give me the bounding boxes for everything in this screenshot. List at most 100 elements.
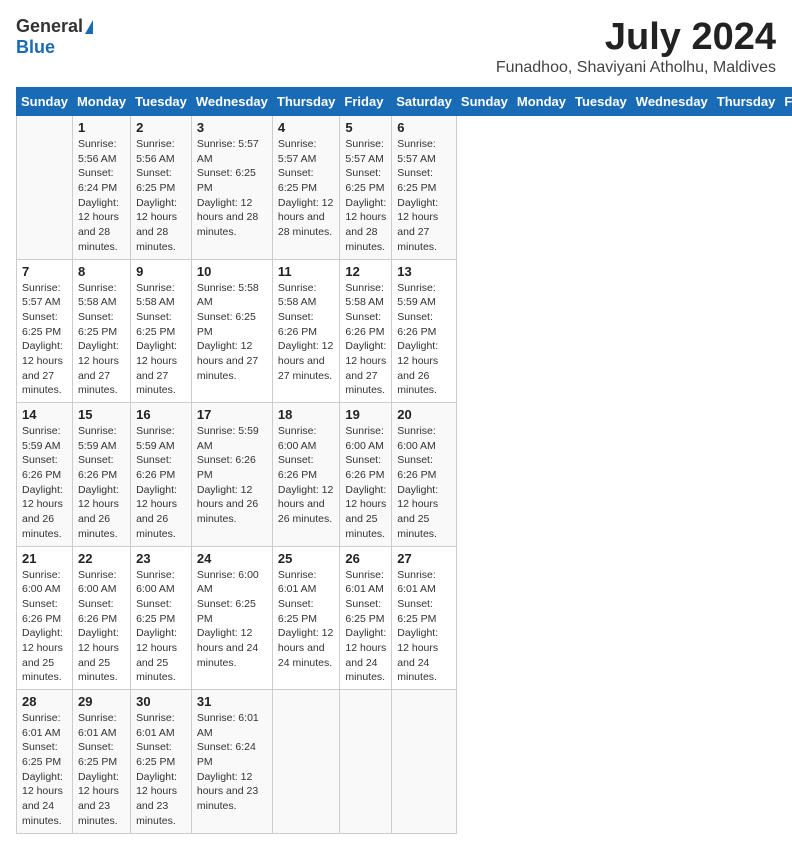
day-detail: Sunrise: 6:00 AMSunset: 6:26 PMDaylight:… (78, 568, 125, 686)
logo: General Blue (16, 16, 93, 58)
calendar-cell: 30 Sunrise: 6:01 AMSunset: 6:25 PMDayligh… (131, 690, 192, 834)
day-number: 1 (78, 120, 125, 135)
day-detail: Sunrise: 6:01 AMSunset: 6:25 PMDaylight:… (78, 711, 125, 829)
day-number: 4 (278, 120, 335, 135)
day-detail: Sunrise: 5:58 AMSunset: 6:25 PMDaylight:… (136, 281, 186, 399)
logo-icon (85, 20, 93, 34)
calendar-cell: 2Sunrise: 5:56 AMSunset: 6:25 PMDaylight… (131, 116, 192, 260)
day-number: 10 (197, 264, 267, 279)
calendar-header-row: SundayMondayTuesdayWednesdayThursdayFrid… (17, 88, 792, 116)
calendar-cell: 1Sunrise: 5:56 AMSunset: 6:24 PMDaylight… (72, 116, 130, 260)
location-title: Funadhoo, Shaviyani Atholhu, Maldives (496, 59, 776, 77)
calendar-cell: 29 Sunrise: 6:01 AMSunset: 6:25 PMDayligh… (72, 690, 130, 834)
day-number: 22 (78, 551, 125, 566)
header-saturday: Saturday (392, 88, 457, 116)
col-header-monday: Monday (512, 88, 570, 116)
day-number: 12 (345, 264, 386, 279)
day-detail: Sunrise: 5:58 AMSunset: 6:26 PMDaylight:… (345, 281, 386, 399)
day-number: 25 (278, 551, 335, 566)
day-detail: Sunrise: 6:01 AMSunset: 6:25 PMDaylight:… (136, 711, 186, 829)
day-detail: Sunrise: 6:01 AMSunset: 6:25 PMDaylight:… (345, 568, 386, 686)
calendar-cell: 17 Sunrise: 5:59 AMSunset: 6:26 PMDayligh… (191, 403, 272, 547)
day-detail: Sunrise: 5:59 AMSunset: 6:26 PMDaylight:… (197, 424, 267, 527)
calendar-week-3: 21Sunrise: 6:00 AMSunset: 6:26 PMDayligh… (17, 546, 792, 690)
day-detail: Sunrise: 5:59 AMSunset: 6:26 PMDaylight:… (136, 424, 186, 542)
day-number: 16 (136, 407, 186, 422)
day-detail: Sunrise: 5:58 AMSunset: 6:25 PMDaylight:… (78, 281, 125, 399)
calendar-cell: 21Sunrise: 6:00 AMSunset: 6:26 PMDayligh… (17, 546, 73, 690)
day-number: 9 (136, 264, 186, 279)
calendar-week-1: 7Sunrise: 5:57 AMSunset: 6:25 PMDaylight… (17, 259, 792, 403)
day-number: 29 (78, 694, 125, 709)
col-header-friday: Friday (780, 88, 792, 116)
calendar-week-2: 14 Sunrise: 5:59 AMSunset: 6:26 PMDayligh… (17, 403, 792, 547)
calendar-cell: 16 Sunrise: 5:59 AMSunset: 6:26 PMDayligh… (131, 403, 192, 547)
day-detail: Sunrise: 5:56 AMSunset: 6:25 PMDaylight:… (136, 137, 186, 255)
day-detail: Sunrise: 5:58 AMSunset: 6:25 PMDaylight:… (197, 281, 267, 384)
calendar-cell: 5Sunrise: 5:57 AMSunset: 6:25 PMDaylight… (340, 116, 392, 260)
header-tuesday: Tuesday (131, 88, 192, 116)
calendar-cell: 27Sunrise: 6:01 AMSunset: 6:25 PMDayligh… (392, 546, 457, 690)
calendar-cell: 25 Sunrise: 6:01 AMSunset: 6:25 PMDayligh… (272, 546, 340, 690)
day-number: 8 (78, 264, 125, 279)
day-detail: Sunrise: 5:57 AMSunset: 6:25 PMDaylight:… (278, 137, 335, 240)
month-title: July 2024 (496, 16, 776, 59)
calendar-cell: 6 Sunrise: 5:57 AMSunset: 6:25 PMDaylight… (392, 116, 457, 260)
day-detail: Sunrise: 5:58 AMSunset: 6:26 PMDaylight:… (278, 281, 335, 384)
calendar-cell (392, 690, 457, 834)
calendar-cell: 20 Sunrise: 6:00 AMSunset: 6:26 PMDayligh… (392, 403, 457, 547)
day-detail: Sunrise: 6:00 AMSunset: 6:26 PMDaylight:… (22, 568, 67, 686)
header: General Blue July 2024 Funadhoo, Shaviya… (16, 16, 776, 77)
day-detail: Sunrise: 6:00 AMSunset: 6:25 PMDaylight:… (136, 568, 186, 686)
day-number: 18 (278, 407, 335, 422)
header-thursday: Thursday (272, 88, 340, 116)
col-header-tuesday: Tuesday (571, 88, 632, 116)
calendar-week-4: 28Sunrise: 6:01 AMSunset: 6:25 PMDayligh… (17, 690, 792, 834)
day-number: 11 (278, 264, 335, 279)
calendar-cell: 3 Sunrise: 5:57 AMSunset: 6:25 PMDaylight… (191, 116, 272, 260)
calendar-cell: 12 Sunrise: 5:58 AMSunset: 6:26 PMDayligh… (340, 259, 392, 403)
day-detail: Sunrise: 5:57 AMSunset: 6:25 PMDaylight:… (345, 137, 386, 255)
calendar-cell: 23 Sunrise: 6:00 AMSunset: 6:25 PMDayligh… (131, 546, 192, 690)
day-detail: Sunrise: 6:01 AMSunset: 6:24 PMDaylight:… (197, 711, 267, 814)
day-detail: Sunrise: 5:57 AMSunset: 6:25 PMDaylight:… (197, 137, 267, 240)
calendar-cell (272, 690, 340, 834)
calendar-cell: 11 Sunrise: 5:58 AMSunset: 6:26 PMDayligh… (272, 259, 340, 403)
day-number: 20 (397, 407, 451, 422)
calendar-cell: 26 Sunrise: 6:01 AMSunset: 6:25 PMDayligh… (340, 546, 392, 690)
calendar-cell: 13Sunrise: 5:59 AMSunset: 6:26 PMDayligh… (392, 259, 457, 403)
day-detail: Sunrise: 6:01 AMSunset: 6:25 PMDaylight:… (278, 568, 335, 671)
calendar-cell (17, 116, 73, 260)
day-detail: Sunrise: 5:59 AMSunset: 6:26 PMDaylight:… (397, 281, 451, 399)
day-number: 6 (397, 120, 451, 135)
day-number: 14 (22, 407, 67, 422)
header-monday: Monday (72, 88, 130, 116)
logo-general-text: General (16, 16, 83, 37)
calendar-table: SundayMondayTuesdayWednesdayThursdayFrid… (16, 87, 792, 834)
col-header-thursday: Thursday (712, 88, 780, 116)
day-number: 26 (345, 551, 386, 566)
day-number: 3 (197, 120, 267, 135)
calendar-cell: 31Sunrise: 6:01 AMSunset: 6:24 PMDayligh… (191, 690, 272, 834)
col-header-sunday: Sunday (456, 88, 512, 116)
calendar-cell: 22 Sunrise: 6:00 AMSunset: 6:26 PMDayligh… (72, 546, 130, 690)
day-detail: Sunrise: 5:59 AMSunset: 6:26 PMDaylight:… (78, 424, 125, 542)
day-number: 27 (397, 551, 451, 566)
logo-blue-text: Blue (16, 37, 55, 58)
day-number: 7 (22, 264, 67, 279)
header-friday: Friday (340, 88, 392, 116)
calendar-cell: 4 Sunrise: 5:57 AMSunset: 6:25 PMDaylight… (272, 116, 340, 260)
calendar-cell: 24Sunrise: 6:00 AMSunset: 6:25 PMDayligh… (191, 546, 272, 690)
day-detail: Sunrise: 5:59 AMSunset: 6:26 PMDaylight:… (22, 424, 67, 542)
day-number: 23 (136, 551, 186, 566)
calendar-cell: 7Sunrise: 5:57 AMSunset: 6:25 PMDaylight… (17, 259, 73, 403)
title-area: July 2024 Funadhoo, Shaviyani Atholhu, M… (496, 16, 776, 77)
day-detail: Sunrise: 5:57 AMSunset: 6:25 PMDaylight:… (397, 137, 451, 255)
day-number: 19 (345, 407, 386, 422)
day-number: 17 (197, 407, 267, 422)
day-detail: Sunrise: 6:00 AMSunset: 6:26 PMDaylight:… (345, 424, 386, 542)
calendar-cell (340, 690, 392, 834)
day-number: 24 (197, 551, 267, 566)
day-number: 30 (136, 694, 186, 709)
day-detail: Sunrise: 6:00 AMSunset: 6:26 PMDaylight:… (397, 424, 451, 542)
